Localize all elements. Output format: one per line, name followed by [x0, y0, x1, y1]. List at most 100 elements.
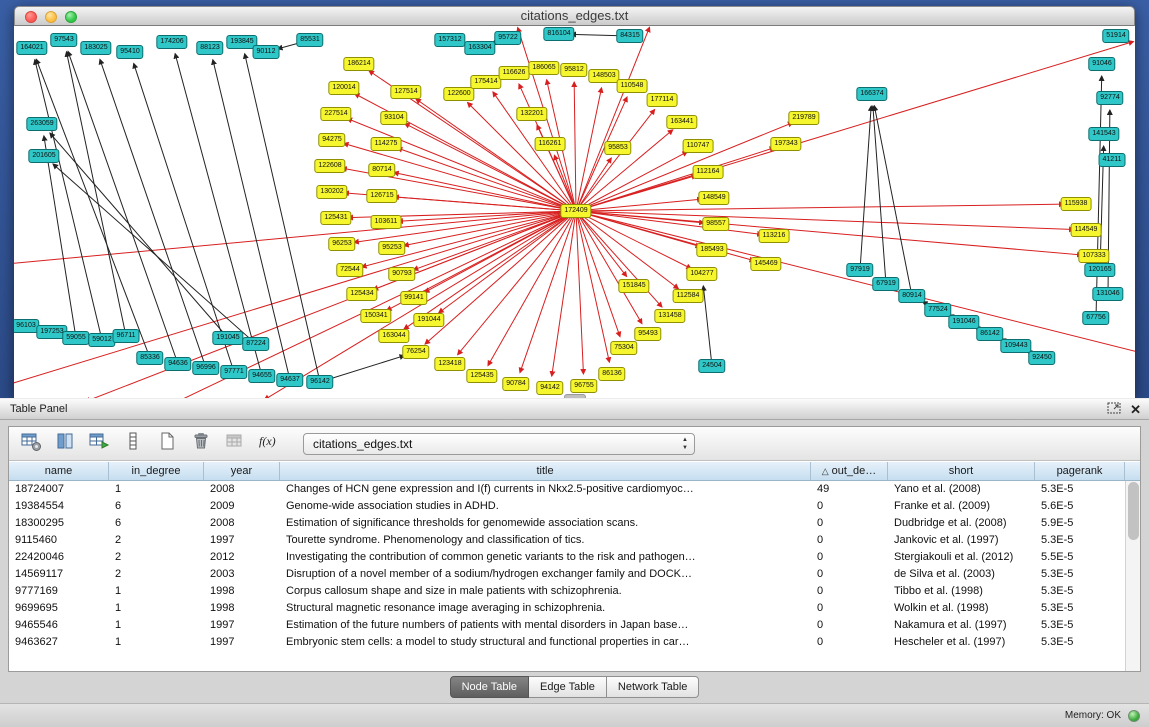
table-row[interactable]: 1938455462009Genome-wide association stu… [9, 498, 1125, 515]
graph-node[interactable]: 97771 [220, 365, 247, 379]
graph-edge[interactable] [576, 204, 1064, 211]
graph-node[interactable]: 201605 [28, 149, 59, 163]
table-row[interactable]: 969969511998Structural magnetic resonanc… [9, 600, 1125, 617]
graph-edge[interactable] [245, 54, 320, 382]
tab-node-table[interactable]: Node Table [450, 676, 529, 698]
graph-node[interactable]: 127514 [390, 85, 421, 99]
table-row[interactable]: 1830029562008Estimation of significance … [9, 515, 1125, 532]
graph-node[interactable]: 72544 [336, 263, 363, 277]
column-header-short[interactable]: short [888, 462, 1035, 480]
graph-node[interactable]: 115938 [1061, 197, 1092, 211]
graph-node[interactable]: 94655 [248, 369, 275, 383]
graph-node[interactable]: 116261 [535, 137, 566, 151]
graph-node[interactable]: 148503 [588, 69, 619, 83]
graph-node[interactable]: 191046 [948, 315, 979, 329]
graph-node[interactable]: 41211 [1099, 153, 1126, 167]
graph-node[interactable]: 90784 [502, 377, 529, 391]
graph-edge[interactable] [68, 51, 178, 364]
graph-node[interactable]: 96755 [570, 379, 597, 393]
graph-node[interactable]: 122600 [443, 87, 474, 101]
graph-node[interactable]: 191045 [212, 331, 243, 345]
graph-node[interactable]: 95853 [604, 141, 631, 155]
graph-node[interactable]: 227514 [320, 107, 351, 121]
graph-edge[interactable] [576, 109, 655, 211]
table-row[interactable]: 2242004622012Investigating the contribut… [9, 549, 1125, 566]
graph-node[interactable]: 88123 [196, 41, 223, 55]
graph-node[interactable]: 166374 [856, 87, 887, 101]
graph-node[interactable]: 125434 [346, 287, 377, 301]
graph-node[interactable]: 151845 [618, 279, 649, 293]
graph-node[interactable]: 110548 [617, 79, 648, 93]
tab-edge-table[interactable]: Edge Table [529, 676, 607, 698]
graph-edge[interactable] [576, 211, 583, 374]
column-header-year[interactable]: year [204, 462, 280, 480]
graph-node[interactable]: 109443 [1000, 339, 1031, 353]
table-row[interactable]: 911546021997Tourette syndrome. Phenomeno… [9, 532, 1125, 549]
graph-node[interactable]: 95410 [116, 45, 143, 59]
new-table-button[interactable] [153, 430, 180, 457]
graph-node[interactable]: 126715 [366, 189, 397, 203]
graph-node[interactable]: 130202 [316, 185, 347, 199]
graph-node[interactable]: 90793 [388, 267, 415, 281]
graph-node[interactable]: 86142 [976, 327, 1003, 341]
table-source-dropdown[interactable]: citations_edges.txt ▲▼ [303, 433, 695, 455]
graph-node[interactable]: 120165 [1084, 263, 1115, 277]
graph-node[interactable]: 174206 [156, 35, 187, 49]
graph-node[interactable]: 59055 [62, 331, 89, 345]
graph-node[interactable]: 112584 [673, 289, 704, 303]
function-builder-button[interactable]: f(x) [255, 430, 282, 457]
graph-node[interactable]: 96142 [306, 375, 333, 389]
table-row[interactable]: 946554611997Estimation of the future num… [9, 617, 1125, 634]
graph-node[interactable]: 67919 [872, 277, 899, 291]
graph-node[interactable]: 94636 [164, 357, 191, 371]
graph-edge[interactable] [100, 59, 206, 368]
close-window-button[interactable] [25, 11, 37, 23]
vertical-scrollbar[interactable] [1125, 481, 1140, 671]
table-row[interactable]: 977716911998Corpus callosum shape and si… [9, 583, 1125, 600]
table-row[interactable]: 1872400712008Changes of HCN gene express… [9, 481, 1125, 498]
graph-edge[interactable] [576, 27, 650, 211]
edit-table-button[interactable] [85, 430, 112, 457]
graph-node[interactable]: 113216 [759, 229, 790, 243]
graph-node[interactable]: 219789 [788, 111, 819, 125]
zoom-window-button[interactable] [65, 11, 77, 23]
minimize-window-button[interactable] [45, 11, 57, 23]
graph-node[interactable]: 185493 [696, 243, 727, 257]
graph-node[interactable]: 85531 [296, 33, 323, 47]
graph-edge[interactable] [576, 123, 793, 211]
graph-edge[interactable] [1096, 76, 1102, 318]
graph-edge[interactable] [860, 106, 871, 270]
graph-edge[interactable] [394, 197, 576, 211]
graph-node[interactable]: 84315 [616, 29, 643, 43]
graph-edge[interactable] [576, 41, 1134, 211]
graph-node[interactable]: 150341 [360, 309, 391, 323]
graph-node[interactable]: 94142 [536, 381, 563, 395]
graph-node[interactable]: 99141 [400, 291, 427, 305]
graph-node[interactable]: 80914 [898, 289, 925, 303]
graph-node[interactable]: 24504 [698, 359, 725, 373]
float-panel-icon[interactable] [1107, 401, 1121, 419]
graph-node[interactable]: 177114 [647, 93, 678, 107]
graph-edge[interactable] [66, 52, 126, 336]
tab-network-table[interactable]: Network Table [607, 676, 700, 698]
column-header-in-degree[interactable]: in_degree [109, 462, 204, 480]
graph-edge[interactable] [36, 59, 150, 358]
scrollbar-thumb[interactable] [1128, 482, 1139, 540]
graph-node[interactable]: 116626 [499, 66, 530, 80]
graph-node[interactable]: 96711 [113, 329, 140, 343]
graph-node[interactable]: 76254 [402, 345, 429, 359]
graph-node[interactable]: 122608 [314, 159, 345, 173]
graph-node[interactable]: 125431 [320, 211, 351, 225]
graph-node[interactable]: 95493 [634, 327, 661, 341]
column-header-out-de-[interactable]: △out_de… [811, 462, 888, 480]
graph-node[interactable]: 145469 [750, 257, 781, 271]
graph-node[interactable]: 186065 [528, 61, 559, 75]
graph-node[interactable]: 95253 [378, 241, 405, 255]
graph-node[interactable]: 92774 [1096, 91, 1123, 105]
graph-node[interactable]: 92450 [1028, 351, 1055, 365]
table-row[interactable]: 946362711997Embryonic stem cells: a mode… [9, 634, 1125, 651]
graph-node[interactable]: 98557 [702, 217, 729, 231]
graph-node[interactable]: 163304 [464, 41, 495, 55]
graph-node[interactable]: 104277 [686, 267, 717, 281]
graph-node[interactable]: 77524 [924, 303, 951, 317]
